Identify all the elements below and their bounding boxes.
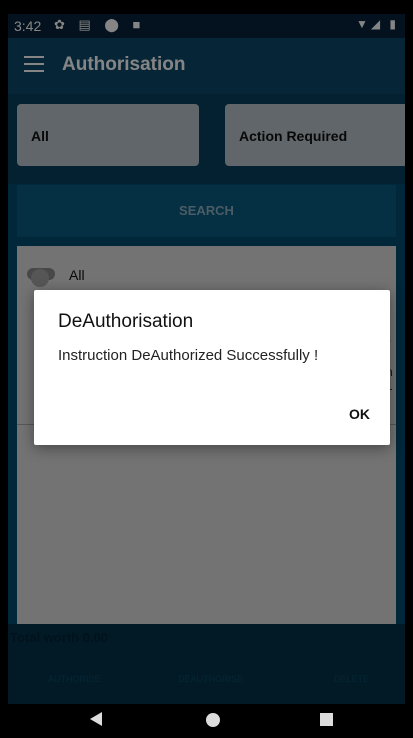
ok-button[interactable]: OK bbox=[341, 402, 378, 426]
dialog-message: Instruction DeAuthorized Successfully ! bbox=[58, 347, 319, 364]
phone-screen: 3:42 ✿ ▤ ⬤ ■ ▼◢ ▮ Authorisation All Acti… bbox=[8, 14, 405, 738]
navigation-bar bbox=[8, 704, 405, 738]
home-circle-icon[interactable] bbox=[206, 713, 220, 727]
deauthorisation-dialog: DeAuthorisation Instruction DeAuthorized… bbox=[34, 290, 390, 445]
back-triangle-icon[interactable] bbox=[90, 712, 102, 726]
dialog-title: DeAuthorisation bbox=[58, 311, 194, 332]
recents-square-icon[interactable] bbox=[320, 713, 333, 726]
